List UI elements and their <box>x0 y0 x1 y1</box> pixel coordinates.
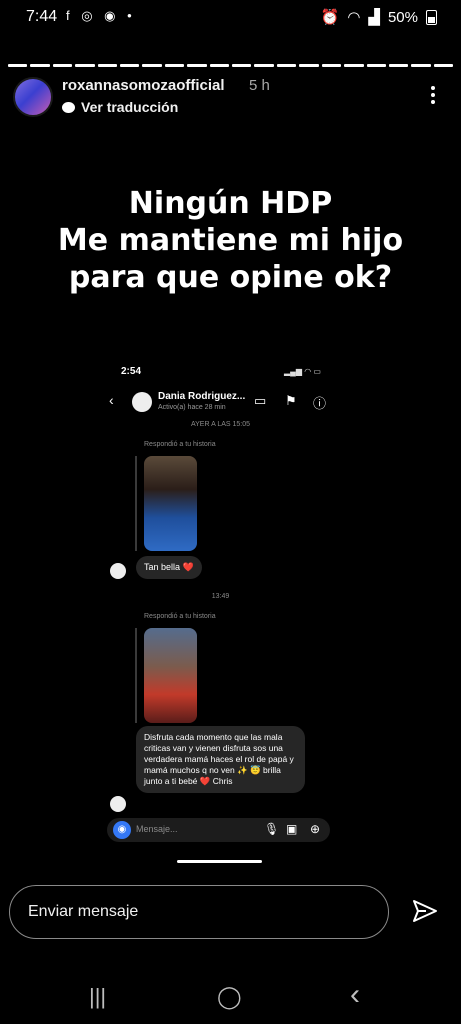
microphone-icon: 🎙 <box>264 822 280 836</box>
battery-percent: 50% <box>387 8 418 26</box>
home-nav-icon[interactable]: ◯ <box>217 984 242 1010</box>
status-time: 7:44 <box>26 8 58 25</box>
signal-icon: ▟ <box>368 9 380 26</box>
message-bubble: Disfruta cada momento que las mala criti… <box>136 726 305 793</box>
story-age: 5 h <box>249 77 270 94</box>
story-text-line: Me mantiene mi hijo <box>57 223 404 258</box>
status-right: ⏰ ◠ ▟ 50% <box>321 8 437 26</box>
embedded-input-placeholder: Mensaje... <box>136 824 178 834</box>
video-call-icon: ▭ <box>254 393 267 408</box>
reply-bar <box>135 456 137 551</box>
see-translation-link[interactable]: Ver traducción <box>62 99 178 115</box>
back-chevron-icon: ‹ <box>109 392 114 408</box>
story-progress <box>8 64 454 67</box>
flag-icon: ⚑ <box>285 393 297 408</box>
replied-to-story-label: Respondió a tu historia <box>144 441 216 448</box>
story-text-line: Ningún HDP <box>128 186 333 221</box>
notification-app-icons: f ◎ ◉ • <box>66 8 136 23</box>
more-options-icon[interactable] <box>428 86 438 104</box>
send-message-placeholder: Enviar mensaje <box>28 903 139 920</box>
embedded-time: 2:54 <box>121 366 142 377</box>
sender-avatar <box>110 796 126 812</box>
contact-name: Dania Rodriguez... <box>158 391 246 402</box>
embedded-dm-screenshot: 2:54 ▂▄▆ ◠ ▭ ‹ Dania Rodriguez... Activo… <box>104 360 337 870</box>
story-text-line: para que opine ok? <box>68 260 393 295</box>
recents-nav-icon[interactable]: ||| <box>89 984 106 1010</box>
wifi-icon: ◠ <box>347 9 361 26</box>
contact-status: Activo(a) hace 28 min <box>158 404 226 411</box>
send-icon[interactable] <box>412 898 438 924</box>
profile-avatar[interactable] <box>13 77 53 117</box>
info-icon: ⓘ <box>313 396 327 411</box>
message-bubble: Tan bella ❤️ <box>136 556 202 579</box>
reply-bar <box>135 628 137 723</box>
gallery-icon: ▣ <box>286 822 298 836</box>
status-bar: 7:44 f ◎ ◉ • ⏰ ◠ ▟ 50% <box>0 0 461 34</box>
time-divider: 13:49 <box>211 593 230 600</box>
home-indicator <box>177 860 262 863</box>
translate-icon <box>62 101 75 113</box>
alarm-icon: ⏰ <box>320 9 340 26</box>
embedded-status-icons: ▂▄▆ ◠ ▭ <box>284 367 321 376</box>
date-divider: AYER A LAS 15:05 <box>190 421 251 428</box>
contact-avatar <box>132 392 152 412</box>
battery-icon <box>426 9 437 25</box>
sender-avatar <box>110 563 126 579</box>
username[interactable]: roxannasomozaofficial <box>62 77 225 94</box>
replied-to-story-label: Respondió a tu historia <box>144 613 216 620</box>
story-thumbnail <box>144 628 197 723</box>
embedded-message-input: ◉ Mensaje... 🎙 ▣ ⊕ <box>107 818 330 842</box>
plus-icon: ⊕ <box>310 822 321 836</box>
story-thumbnail <box>144 456 197 551</box>
send-message-input[interactable]: Enviar mensaje <box>9 885 389 939</box>
see-translation-label: Ver traducción <box>81 99 179 115</box>
camera-icon: ◉ <box>113 821 131 839</box>
story-text: Ningún HDP Me mantiene mi hijo para que … <box>0 185 461 296</box>
back-nav-icon[interactable]: ‹ <box>350 978 360 1012</box>
